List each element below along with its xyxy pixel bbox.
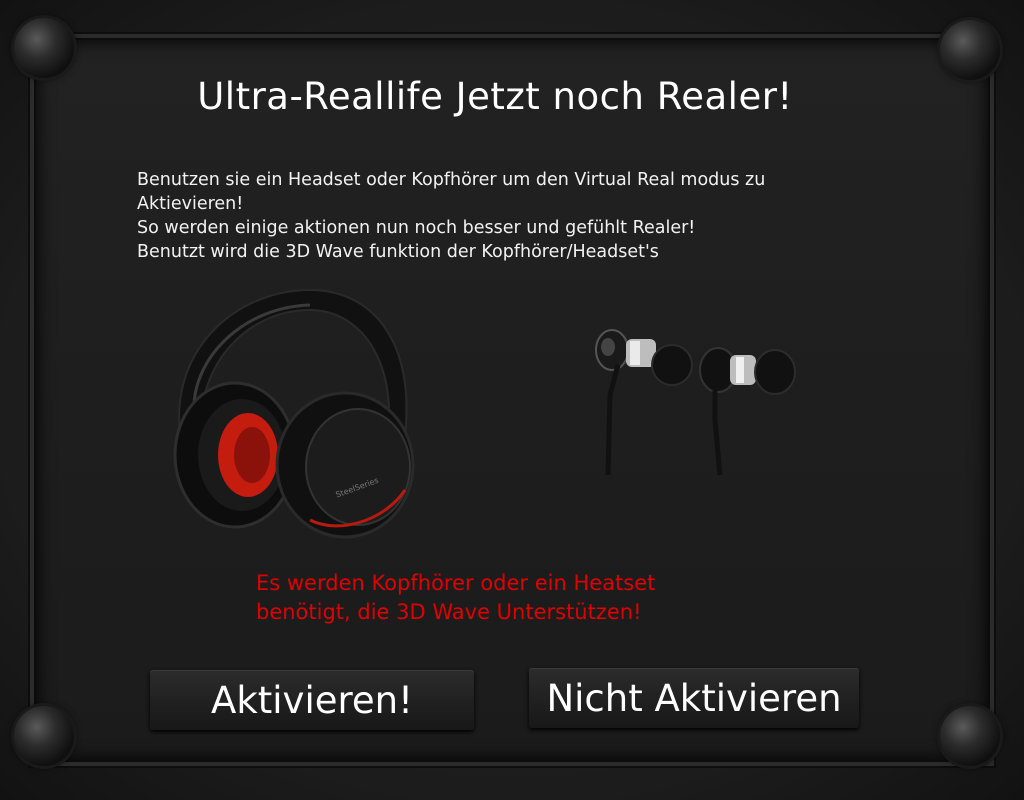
bolt-bottom-right-icon xyxy=(940,706,1000,766)
activate-button[interactable]: Aktivieren! xyxy=(150,670,474,730)
intro-line: So werden einige aktionen nun noch besse… xyxy=(137,218,696,238)
dialog-title: Ultra-Reallife Jetzt noch Realer! xyxy=(197,75,793,118)
headset-image: SteelSeries xyxy=(173,288,415,539)
warning-text: Es werden Kopfhörer oder ein Heatset ben… xyxy=(256,569,776,627)
warning-line: benötigt, die 3D Wave Unterstützen! xyxy=(256,600,642,624)
deactivate-button[interactable]: Nicht Aktivieren xyxy=(529,668,859,728)
warning-line: Es werden Kopfhörer oder ein Heatset xyxy=(256,571,656,595)
intro-line: Aktievieren! xyxy=(137,194,244,214)
intro-line: Benutzen sie ein Headset oder Kopfhörer … xyxy=(137,170,766,190)
bolt-bottom-left-icon xyxy=(14,706,74,766)
earphones-image xyxy=(595,329,796,476)
bolt-top-right-icon xyxy=(940,20,1000,80)
intro-line: Benutzt wird die 3D Wave funktion der Ko… xyxy=(137,242,659,262)
bolt-top-left-icon xyxy=(14,18,74,78)
intro-text: Benutzen sie ein Headset oder Kopfhörer … xyxy=(137,168,877,264)
